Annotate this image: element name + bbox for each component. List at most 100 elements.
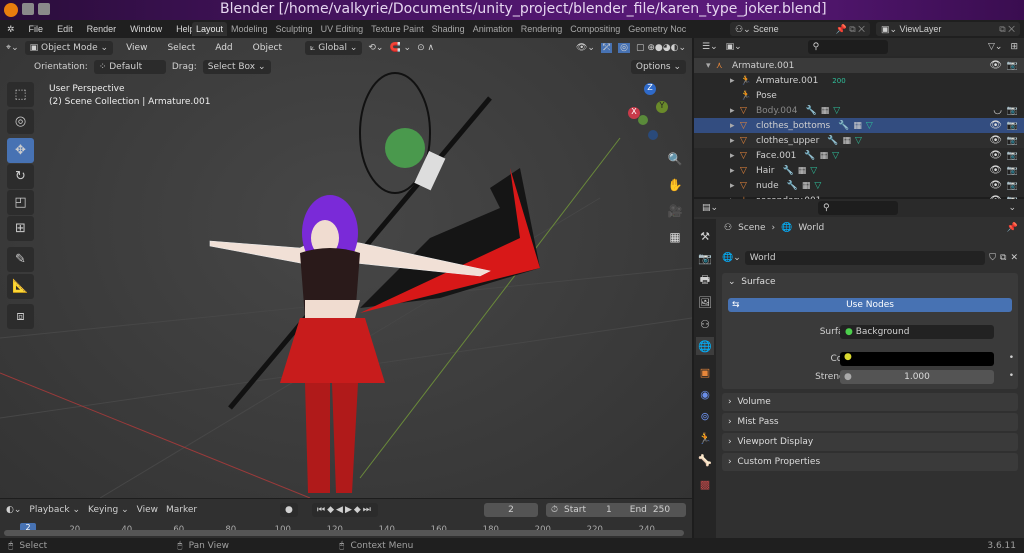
eye-icon[interactable]: 👁 bbox=[989, 60, 1002, 71]
render-camera-icon[interactable]: 📷 bbox=[1007, 181, 1018, 191]
eye-icon[interactable]: 👁 bbox=[989, 135, 1002, 146]
navigation-gizmo[interactable]: Z Y X bbox=[626, 83, 676, 143]
scale-tool-icon[interactable]: ◰ bbox=[7, 190, 34, 215]
measure-tool-icon[interactable]: 📐 bbox=[7, 274, 34, 299]
expand-arrow-icon[interactable]: ▸ bbox=[730, 121, 740, 131]
render-camera-icon[interactable]: 📷 bbox=[1007, 121, 1018, 131]
output-tab-icon[interactable]: 🖶 bbox=[696, 271, 714, 289]
expand-arrow-icon[interactable]: ▸ bbox=[730, 181, 740, 191]
overlay-toggle-icon[interactable]: ◎ bbox=[618, 42, 630, 53]
viewport-display-panel[interactable]: › Viewport Display bbox=[722, 433, 1018, 451]
transform-tool-icon[interactable]: ⊞ bbox=[7, 216, 34, 241]
tab-rendering[interactable]: Rendering bbox=[517, 22, 567, 36]
menu-window[interactable]: Window bbox=[123, 24, 169, 34]
pan-hand-icon[interactable]: ✋ bbox=[664, 172, 686, 198]
outliner-row[interactable]: ▸ ▽ clothes_bottoms 🔧 ▦ ▽ 👁 📷 bbox=[694, 118, 1024, 133]
strength-field[interactable]: ● 1.000 bbox=[840, 370, 994, 384]
filter-icon-2[interactable]: ▣⌄ bbox=[726, 42, 742, 52]
menu-file[interactable]: File bbox=[22, 24, 51, 34]
menu-render[interactable]: Render bbox=[80, 24, 124, 34]
add-cube-tool-icon[interactable]: ⧈ bbox=[7, 304, 34, 329]
outliner-row[interactable]: ▸ ▽ Hair 🔧 ▦ ▽ 👁 📷 bbox=[694, 163, 1024, 178]
expand-arrow-icon[interactable]: ▸ bbox=[730, 166, 740, 176]
tab-geometry-nodes[interactable]: Geometry Noc bbox=[624, 22, 690, 36]
copy-icon[interactable]: ⧉ ✕ bbox=[999, 24, 1015, 35]
grid-view-icon[interactable]: ▦ bbox=[664, 224, 686, 250]
viewport-menu-view[interactable]: View bbox=[119, 43, 154, 53]
3d-viewport[interactable]: ⌖⌄ ▣ Object Mode ⌄ View Select Add Objec… bbox=[0, 38, 692, 498]
animate-strength-dot[interactable]: • bbox=[1009, 371, 1014, 381]
viewport-menu-object[interactable]: Object bbox=[246, 43, 289, 53]
render-camera-icon[interactable]: 📷 bbox=[1007, 151, 1018, 161]
tab-sculpting[interactable]: Sculpting bbox=[272, 22, 317, 36]
pin-icon[interactable]: 📌 ⧉ ✕ bbox=[836, 24, 866, 35]
viewport-menu-select[interactable]: Select bbox=[160, 43, 202, 53]
timeline-view-menu[interactable]: View bbox=[137, 505, 158, 515]
rotate-tool-icon[interactable]: ↻ bbox=[7, 164, 34, 189]
minimize-button[interactable] bbox=[22, 3, 34, 15]
surface-shader-field[interactable]: ● Background bbox=[840, 325, 994, 339]
armature-data-tab-icon[interactable]: 🏃 bbox=[696, 429, 714, 447]
properties-search[interactable]: ⚲ bbox=[818, 201, 899, 215]
eye-icon[interactable]: 👁 bbox=[989, 180, 1002, 191]
tab-uv-editing[interactable]: UV Editing bbox=[317, 22, 368, 36]
custom-properties-panel[interactable]: › Custom Properties bbox=[722, 453, 1018, 471]
mist-pass-panel[interactable]: › Mist Pass bbox=[722, 413, 1018, 431]
expand-arrow-icon[interactable]: ▸ bbox=[730, 106, 740, 116]
tool-tab-icon[interactable]: ⚒ bbox=[696, 227, 714, 245]
scene-selector[interactable]: ⚇⌄ Scene 📌 ⧉ ✕ bbox=[730, 22, 870, 36]
constraints-tab-icon[interactable]: ⊚ bbox=[696, 407, 714, 425]
texture-tab-icon[interactable]: ▩ bbox=[696, 475, 714, 493]
visibility-icon[interactable]: 👁⌄ bbox=[576, 43, 595, 53]
pin-icon[interactable]: 📌 bbox=[1007, 223, 1018, 233]
gizmo-y-axis[interactable]: Y bbox=[656, 101, 668, 113]
gizmo-z-axis[interactable]: Z bbox=[644, 83, 656, 95]
shading-modes-icon[interactable]: ▢ ⊕●◕◐⌄ bbox=[636, 43, 686, 53]
render-camera-icon[interactable]: 📷 bbox=[1007, 106, 1018, 116]
timeline-scrollbar[interactable] bbox=[4, 530, 684, 536]
physics-tab-icon[interactable]: ◉ bbox=[696, 385, 714, 403]
outliner-row[interactable]: ▸ ▽ Face.001 🔧 ▦ ▽ 👁 📷 bbox=[694, 148, 1024, 163]
annotate-tool-icon[interactable]: ✎ bbox=[7, 247, 34, 272]
render-camera-icon[interactable]: 📷 bbox=[1007, 61, 1018, 71]
hidden-eye-icon[interactable]: ◡ bbox=[993, 105, 1002, 116]
blender-menu-icon[interactable]: ✲ bbox=[0, 24, 22, 35]
keying-menu[interactable]: Keying ⌄ bbox=[88, 505, 129, 515]
color-swatch[interactable]: ● bbox=[840, 352, 994, 366]
expand-arrow-icon[interactable]: ▸ bbox=[730, 76, 740, 86]
volume-panel[interactable]: › Volume bbox=[722, 393, 1018, 411]
tab-animation[interactable]: Animation bbox=[469, 22, 517, 36]
orientation-selector[interactable]: ⁘ Default bbox=[93, 59, 166, 74]
world-tab-icon[interactable]: 🌐 bbox=[696, 337, 714, 355]
eye-icon[interactable]: 👁 bbox=[989, 150, 1002, 161]
gizmo-neg-y[interactable] bbox=[638, 115, 648, 125]
outliner-search[interactable]: ⚲ bbox=[807, 40, 888, 54]
duplicate-icon[interactable]: ⧉ bbox=[1000, 253, 1006, 263]
tab-compositing[interactable]: Compositing bbox=[566, 22, 624, 36]
expand-arrow-icon[interactable]: ▸ bbox=[730, 136, 740, 146]
camera-icon[interactable]: 🎥 bbox=[664, 198, 686, 224]
world-browse-icon[interactable]: 🌐⌄ bbox=[722, 253, 741, 263]
start-frame-value[interactable]: 1 bbox=[606, 505, 612, 515]
world-name-field[interactable]: World bbox=[744, 250, 986, 265]
mode-selector[interactable]: ▣ Object Mode ⌄ bbox=[24, 40, 114, 55]
options-button[interactable]: Options ⌄ bbox=[630, 59, 686, 74]
end-frame-value[interactable]: 250 bbox=[653, 505, 670, 515]
outliner-row[interactable]: ▸ ▽ Body.004 🔧 ▦ ▽ ◡ 📷 bbox=[694, 103, 1024, 118]
select-tool-icon[interactable]: ⬚ bbox=[7, 82, 34, 107]
display-mode-icon[interactable]: ☰⌄ bbox=[702, 42, 718, 52]
outliner-row[interactable]: ▸ 🏃 Armature.001 200 bbox=[694, 73, 1024, 88]
gizmo-toggle-icon[interactable]: ⤱ bbox=[600, 42, 613, 53]
expand-arrow-icon[interactable]: ▾ bbox=[706, 61, 716, 71]
drag-selector[interactable]: Select Box ⌄ bbox=[202, 59, 271, 74]
scene-tab-icon[interactable]: ⚇ bbox=[696, 315, 714, 333]
viewport-menu-add[interactable]: Add bbox=[208, 43, 239, 53]
snap-icon[interactable]: 🧲 ⌄ bbox=[389, 43, 411, 53]
record-button[interactable]: ● bbox=[280, 503, 298, 517]
new-collection-icon[interactable]: ⊞ bbox=[1010, 42, 1018, 52]
menu-edit[interactable]: Edit bbox=[50, 24, 80, 34]
expand-arrow-icon[interactable]: ▸ bbox=[730, 151, 740, 161]
tab-layout[interactable]: Layout bbox=[192, 22, 228, 36]
outliner-row[interactable]: ▸ ▽ clothes_upper 🔧 ▦ ▽ 👁 📷 bbox=[694, 133, 1024, 148]
render-camera-icon[interactable]: 📷 bbox=[1007, 166, 1018, 176]
